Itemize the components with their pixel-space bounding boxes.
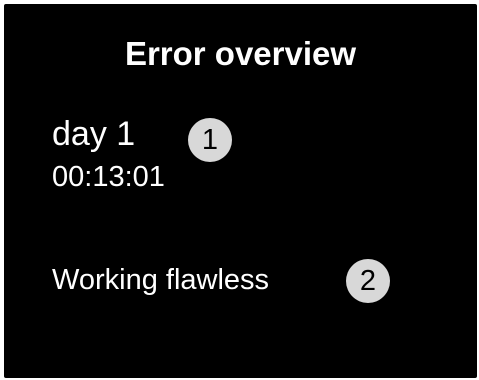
callout-marker-2: 2 [346,259,390,303]
device-frame: Error overview day 1 00:13:01 Working fl… [0,0,479,380]
callout-marker-1: 1 [188,118,232,162]
status-text: Working flawless [52,264,270,296]
page-title: Error overview [124,35,357,72]
elapsed-time: 00:13:01 [52,161,165,193]
day-label: day 1 [52,115,136,153]
display-screen: Error overview day 1 00:13:01 Working fl… [4,4,477,378]
